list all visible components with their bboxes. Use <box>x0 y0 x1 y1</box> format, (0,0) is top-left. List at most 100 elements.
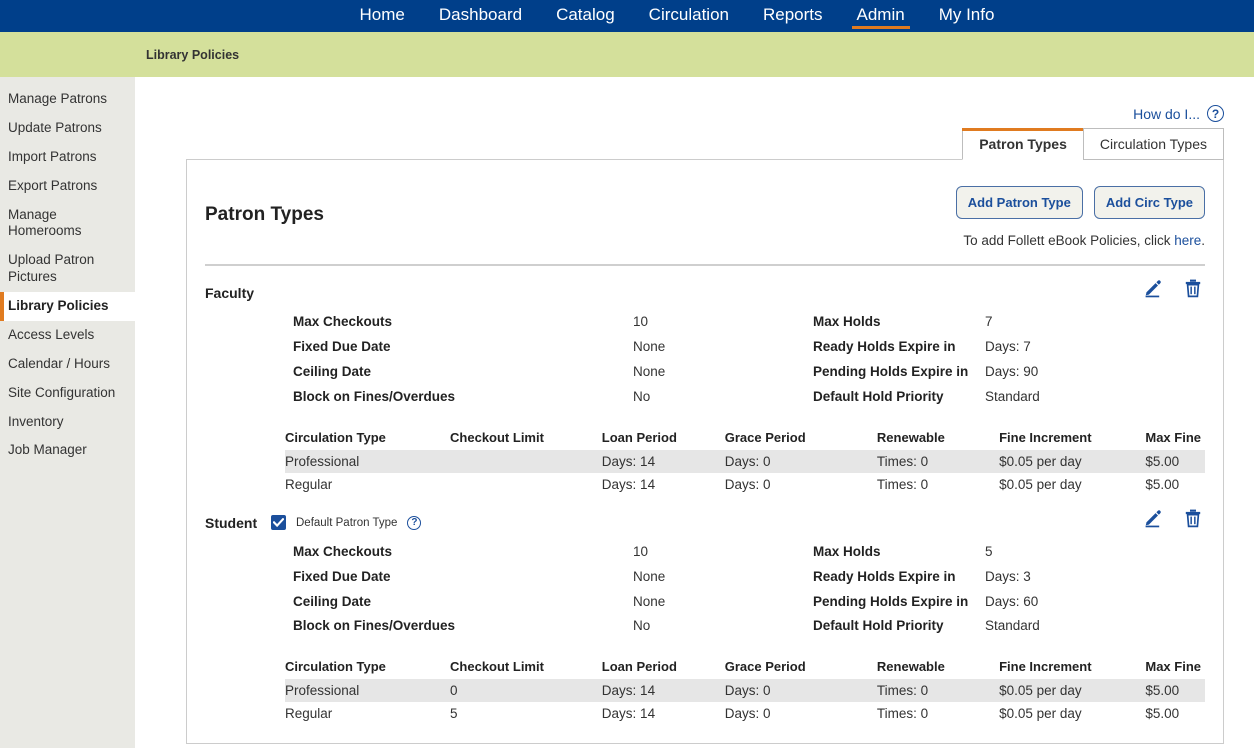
attribute-value: Standard <box>985 614 1205 639</box>
nav-item-home[interactable]: Home <box>343 0 422 32</box>
attribute-value: None <box>633 335 813 360</box>
attr-indent <box>205 335 293 360</box>
tab-bar: Patron TypesCirculation Types <box>135 128 1240 160</box>
sidebar-item-manage-patrons[interactable]: Manage Patrons <box>0 85 135 114</box>
patron-type-attributes: Max Checkouts10Max Holds7 Fixed Due DateN… <box>205 310 1205 410</box>
attribute-value: 10 <box>633 310 813 335</box>
sidebar-item-job-manager[interactable]: Job Manager <box>0 436 135 465</box>
attribute-label: Block on Fines/Overdues <box>293 385 633 410</box>
table-cell-grace: Days: 0 <box>725 702 877 725</box>
table-cell-type: Professional <box>285 679 450 702</box>
patron-type-attributes: Max Checkouts10Max Holds5Fixed Due DateN… <box>205 540 1205 640</box>
tab-circulation-types[interactable]: Circulation Types <box>1083 128 1224 160</box>
patron-type-name: Faculty <box>205 285 261 301</box>
nav-item-circulation[interactable]: Circulation <box>632 0 746 32</box>
column-header: Max Fine <box>1145 428 1205 450</box>
patron-type-row-actions <box>1143 278 1203 303</box>
delete-trash-icon[interactable] <box>1183 508 1203 533</box>
table-cell-renew: Times: 0 <box>877 450 999 473</box>
sidebar-item-manage-homerooms[interactable]: Manage Homerooms <box>0 201 135 247</box>
sidebar-item-calendar-hours[interactable]: Calendar / Hours <box>0 350 135 379</box>
table-cell-limit <box>450 473 602 496</box>
ebook-policies-link[interactable]: here <box>1174 233 1201 248</box>
column-header: Renewable <box>877 657 999 679</box>
nav-item-dashboard[interactable]: Dashboard <box>422 0 539 32</box>
default-patron-type-label: Default Patron Type <box>296 517 397 529</box>
default-patron-type-checkbox[interactable] <box>271 515 286 530</box>
sidebar-item-site-configuration[interactable]: Site Configuration <box>0 379 135 408</box>
table-cell-renew: Times: 0 <box>877 473 999 496</box>
edit-pencil-icon[interactable] <box>1143 508 1163 533</box>
card-header-actions: Add Patron Type Add Circ Type To add Fol… <box>956 186 1205 248</box>
nav-item-catalog[interactable]: Catalog <box>539 0 632 32</box>
attribute-value: None <box>633 360 813 385</box>
page-title: Patron Types <box>205 186 324 226</box>
attribute-value: Days: 7 <box>985 335 1205 360</box>
how-do-i-row: How do I... ? <box>135 77 1240 122</box>
attribute-label: Max Checkouts <box>293 310 633 335</box>
attr-indent <box>205 565 293 590</box>
edit-pencil-icon[interactable] <box>1143 278 1163 303</box>
table-cell-max: $5.00 <box>1145 473 1205 496</box>
how-do-i-link[interactable]: How do I... <box>1133 106 1200 122</box>
table-header-row: Circulation TypeCheckout LimitLoan Perio… <box>285 428 1205 450</box>
attribute-label: Max Holds <box>813 540 985 565</box>
main-content: How do I... ? Patron TypesCirculation Ty… <box>135 77 1254 748</box>
sidebar-item-access-levels[interactable]: Access Levels <box>0 321 135 350</box>
sidebar-item-inventory[interactable]: Inventory <box>0 408 135 437</box>
column-header: Circulation Type <box>285 657 450 679</box>
table-cell-grace: Days: 0 <box>725 679 877 702</box>
column-header: Renewable <box>877 428 999 450</box>
tab-patron-types[interactable]: Patron Types <box>962 128 1084 160</box>
attribute-label: Max Checkouts <box>293 540 633 565</box>
attribute-value: No <box>633 614 813 639</box>
sidebar-item-upload-patron-pictures[interactable]: Upload Patron Pictures <box>0 246 135 292</box>
table-row: RegularDays: 14Days: 0Times: 0$0.05 per … <box>285 473 1205 496</box>
breadcrumb: Library Policies <box>146 48 239 62</box>
table-row: Regular5Days: 14Days: 0Times: 0$0.05 per… <box>285 702 1205 725</box>
nav-item-admin[interactable]: Admin <box>840 0 922 32</box>
patron-type-block: Student Default Patron Type? Max Checkouts… <box>205 496 1205 726</box>
sidebar-item-export-patrons[interactable]: Export Patrons <box>0 172 135 201</box>
patron-types-card: Patron Types Add Patron Type Add Circ Ty… <box>186 159 1224 744</box>
attribute-value: None <box>633 565 813 590</box>
table-cell-grace: Days: 0 <box>725 450 877 473</box>
help-icon[interactable]: ? <box>1207 105 1224 122</box>
default-patron-type-help-icon[interactable]: ? <box>407 516 421 530</box>
table-row: ProfessionalDays: 14Days: 0Times: 0$0.05… <box>285 450 1205 473</box>
attribute-value: None <box>633 590 813 615</box>
patron-type-header: Faculty <box>205 282 1205 304</box>
column-header: Circulation Type <box>285 428 450 450</box>
sidebar-navigation: Manage PatronsUpdate PatronsImport Patro… <box>0 77 135 748</box>
table-cell-grace: Days: 0 <box>725 473 877 496</box>
add-circ-type-button-top[interactable]: Add Circ Type <box>1094 186 1205 219</box>
table-cell-max: $5.00 <box>1145 450 1205 473</box>
attribute-value: Standard <box>985 385 1205 410</box>
sidebar-item-library-policies[interactable]: Library Policies <box>0 292 135 321</box>
sidebar-item-update-patrons[interactable]: Update Patrons <box>0 114 135 143</box>
attribute-value: Days: 3 <box>985 565 1205 590</box>
top-navigation-bar: HomeDashboardCatalogCirculationReportsAd… <box>0 0 1254 32</box>
table-cell-loan: Days: 14 <box>602 679 725 702</box>
page-body: Manage PatronsUpdate PatronsImport Patro… <box>0 77 1254 748</box>
attribute-label: Ready Holds Expire in <box>813 565 985 590</box>
attribute-value: 7 <box>985 310 1205 335</box>
attribute-label: Fixed Due Date <box>293 335 633 360</box>
sidebar-item-import-patrons[interactable]: Import Patrons <box>0 143 135 172</box>
attr-indent <box>205 540 293 565</box>
nav-item-my-info[interactable]: My Info <box>922 0 1012 32</box>
column-header: Grace Period <box>725 428 877 450</box>
table-cell-limit: 0 <box>450 679 602 702</box>
add-patron-type-button-top[interactable]: Add Patron Type <box>956 186 1083 219</box>
table-cell-fine: $0.05 per day <box>999 473 1145 496</box>
table-cell-renew: Times: 0 <box>877 679 999 702</box>
patron-type-name: Student <box>205 515 261 531</box>
attr-indent <box>205 360 293 385</box>
delete-trash-icon[interactable] <box>1183 278 1203 303</box>
attribute-label: Max Holds <box>813 310 985 335</box>
nav-item-reports[interactable]: Reports <box>746 0 840 32</box>
column-header: Checkout Limit <box>450 428 602 450</box>
column-header: Fine Increment <box>999 428 1145 450</box>
circulation-types-table: Circulation TypeCheckout LimitLoan Perio… <box>285 657 1205 725</box>
column-header: Loan Period <box>602 657 725 679</box>
